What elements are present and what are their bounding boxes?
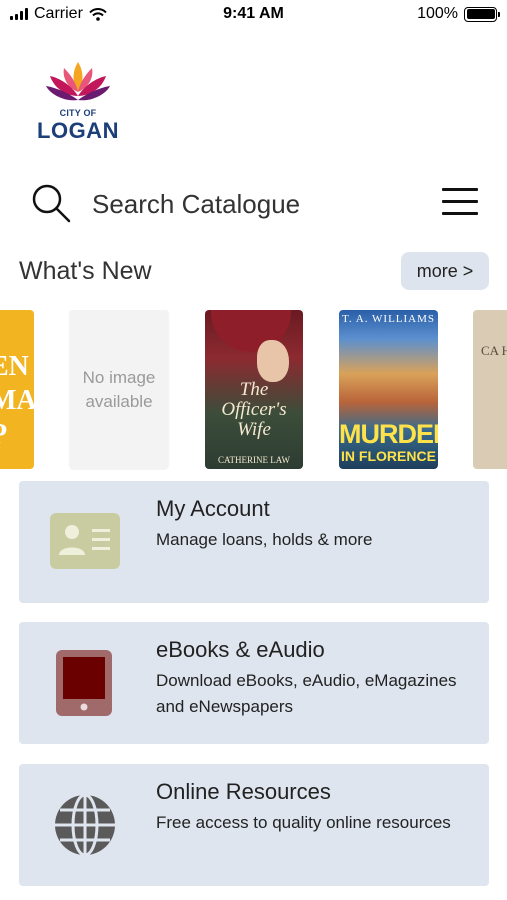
- logo-city-text: CITY OF: [59, 108, 97, 118]
- city-of-logan-logo: CITY OF LOGAN: [36, 58, 120, 144]
- book-cover-murder-in-florence[interactable]: T. A. WILLIAMS MURDER IN FLORENCE: [339, 310, 438, 469]
- battery-icon: [464, 6, 500, 22]
- status-bar: Carrier 9:41 AM 100%: [0, 0, 507, 30]
- my-account-card[interactable]: My Account Manage loans, holds & more: [19, 481, 489, 603]
- book-cover-placeholder[interactable]: No image available: [70, 310, 168, 469]
- more-button[interactable]: more >: [401, 252, 489, 290]
- book-author: T. A. WILLIAMS: [341, 313, 436, 325]
- cover-face-art: [257, 340, 289, 382]
- book-cover-text: EN MAR P: [0, 351, 34, 450]
- book-cover-text: CA H: [481, 343, 507, 358]
- id-card-icon: [50, 513, 120, 569]
- whats-new-heading: What's New: [19, 257, 152, 285]
- book-cover-officers-wife[interactable]: The Officer's Wife CATHERINE LAW: [205, 310, 303, 469]
- no-image-text: No image available: [82, 368, 156, 411]
- search-input[interactable]: Search Catalogue: [92, 189, 300, 220]
- search-bar[interactable]: Search Catalogue: [0, 178, 507, 230]
- book-author: CATHERINE LAW: [217, 455, 291, 465]
- tablet-icon: [56, 650, 112, 716]
- book-title-line1: MURDER: [339, 419, 438, 449]
- card-description: Download eBooks, eAudio, eMagazines and …: [156, 671, 457, 716]
- globe-icon: [55, 793, 115, 857]
- card-title: eBooks & eAudio: [156, 637, 325, 662]
- book-title-line2: IN FLORENCE: [341, 448, 436, 464]
- card-title: Online Resources: [156, 779, 331, 804]
- card-title: My Account: [156, 496, 270, 521]
- lotus-logo-icon: [46, 62, 110, 101]
- card-description: Manage loans, holds & more: [156, 530, 373, 549]
- search-icon[interactable]: [30, 182, 72, 224]
- book-cover[interactable]: EN MAR P: [0, 310, 34, 469]
- online-resources-card[interactable]: Online Resources Free access to quality …: [19, 764, 489, 886]
- battery-percent: 100%: [417, 5, 458, 22]
- hamburger-menu-icon[interactable]: [442, 188, 478, 218]
- book-cover[interactable]: CA H: [473, 310, 507, 469]
- status-right: 100%: [417, 5, 500, 23]
- whats-new-carousel[interactable]: EN MAR P No image available The Officer'…: [0, 310, 507, 470]
- book-title: The Officer's Wife: [221, 379, 287, 440]
- ebooks-eaudio-card[interactable]: eBooks & eAudio Download eBooks, eAudio,…: [19, 622, 489, 744]
- logo-name-text: LOGAN: [37, 118, 119, 143]
- card-description: Free access to quality online resources: [156, 813, 451, 832]
